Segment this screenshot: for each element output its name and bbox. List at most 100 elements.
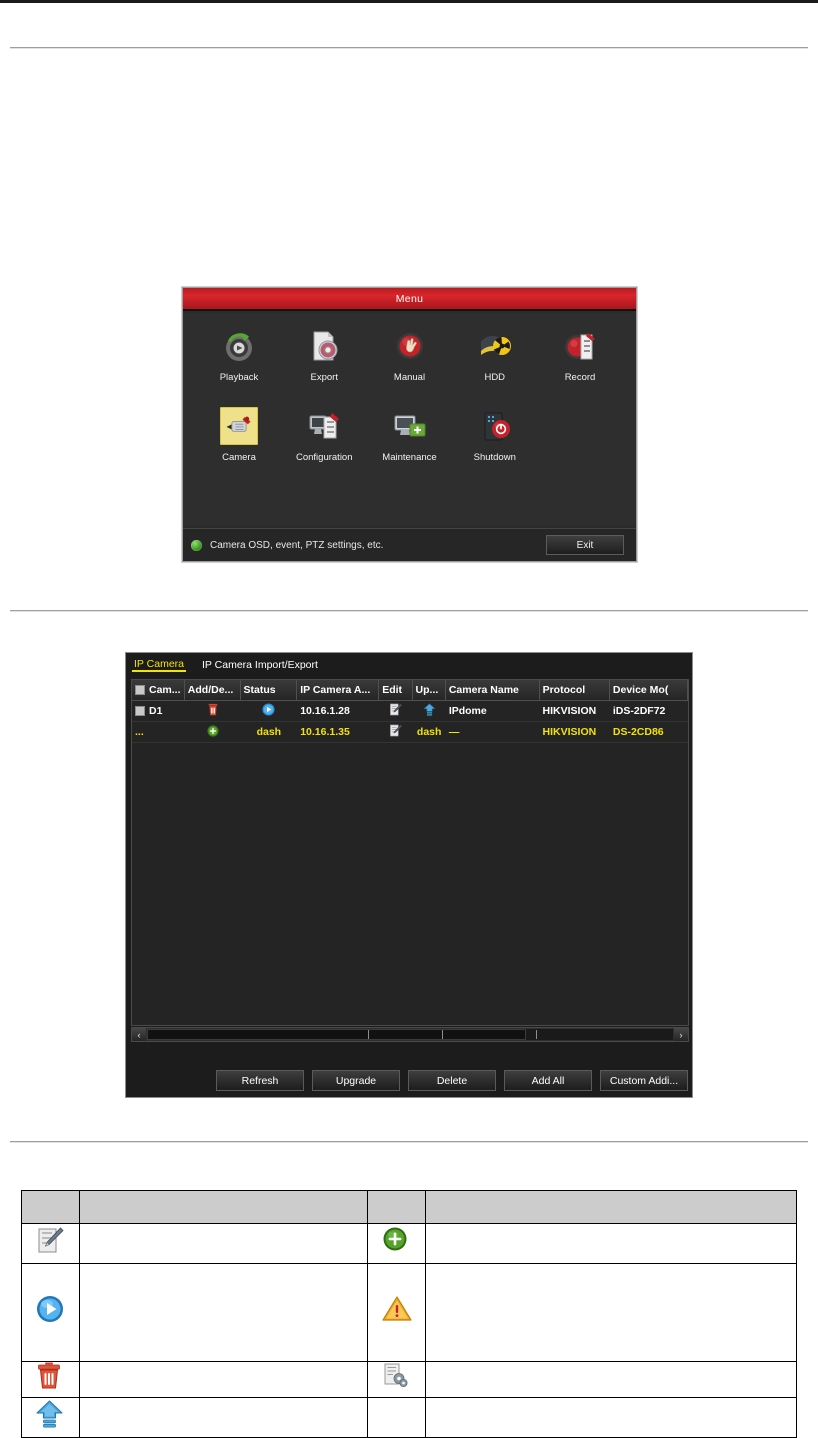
menu-item-shutdown[interactable]: Shutdown	[455, 407, 535, 463]
add-icon[interactable]	[207, 724, 219, 740]
tab-ip-camera-import-export[interactable]: IP Camera Import/Export	[200, 659, 320, 671]
advanced-settings-icon	[382, 1362, 412, 1392]
refresh-button[interactable]: Refresh	[216, 1070, 304, 1091]
upgrade-icon[interactable]	[423, 703, 436, 719]
legend-desc-play	[79, 1263, 368, 1362]
legend-icon-edit	[21, 1223, 80, 1264]
menu-item-record[interactable]: Record	[540, 327, 620, 383]
add-all-button[interactable]: Add All	[504, 1070, 592, 1091]
table-row[interactable]: D1 10.16.1.28 IPdome HIKVISION iDS-2DF72	[132, 701, 688, 722]
column-header-edit[interactable]: Edit	[379, 680, 413, 700]
horizontal-rule-3	[10, 1141, 808, 1143]
column-header-status[interactable]: Status	[241, 680, 298, 700]
menu-item-camera[interactable]: Camera	[199, 407, 279, 463]
cell-ip-address: 10.16.1.35	[300, 726, 350, 738]
column-header-device-model[interactable]: Device Mo(	[610, 680, 688, 700]
export-icon	[305, 327, 343, 365]
menu-item-label: Camera	[222, 452, 256, 463]
row-checkbox[interactable]	[135, 706, 145, 716]
scroll-right-icon[interactable]: ›	[674, 1028, 688, 1041]
scrollbar-track[interactable]	[147, 1029, 673, 1040]
menu-item-label: HDD	[484, 372, 506, 383]
column-header-protocol[interactable]: Protocol	[540, 680, 610, 700]
trash-icon[interactable]	[207, 703, 219, 719]
column-header-add-delete[interactable]: Add/De...	[185, 680, 241, 700]
upgrade-button[interactable]: Upgrade	[312, 1070, 400, 1091]
column-header-ip-camera-address[interactable]: IP Camera A...	[297, 680, 380, 700]
scrollbar-tick	[367, 1030, 369, 1039]
ip-camera-tabbar: IP Camera IP Camera Import/Export	[126, 653, 692, 677]
scrollbar-thumb[interactable]	[147, 1029, 526, 1040]
legend-header-desc-col-2	[425, 1190, 797, 1224]
scrollbar-tick	[536, 1030, 538, 1039]
menu-row-2: Camera Configuration Maintenance Shutdow…	[193, 407, 626, 463]
menu-item-label: Record	[564, 372, 596, 383]
column-header-upgrade[interactable]: Up...	[413, 680, 446, 700]
camera-icon	[220, 407, 258, 445]
legend-header-icon-col-2	[367, 1190, 426, 1224]
legend-icon-play	[21, 1263, 80, 1362]
horizontal-rule-1	[10, 47, 808, 49]
menu-item-configuration[interactable]: Configuration	[284, 407, 364, 463]
menu-item-manual[interactable]: Manual	[370, 327, 450, 383]
menu-dialog-body: Playback Export Manual HDD Record Camera…	[183, 313, 636, 525]
cell-add-delete[interactable]	[185, 701, 241, 721]
column-header-camera-name[interactable]: Camera Name	[446, 680, 540, 700]
cell-protocol: HIKVISION	[542, 705, 597, 717]
cell-status: dash	[256, 726, 282, 738]
menu-item-label: Configuration	[295, 452, 353, 463]
ip-camera-panel: IP Camera IP Camera Import/Export Cam...…	[125, 652, 693, 1098]
legend-header-row	[21, 1190, 797, 1224]
cell-camera[interactable]: ...	[132, 722, 185, 742]
cell-add-delete[interactable]	[185, 722, 241, 742]
menu-item-label: Playback	[219, 372, 259, 383]
cell-camera[interactable]: D1	[132, 701, 185, 721]
manual-icon	[391, 327, 429, 365]
custom-adding-button[interactable]: Custom Addi...	[600, 1070, 688, 1091]
play-icon[interactable]	[262, 703, 275, 719]
trash-icon	[36, 1362, 66, 1392]
legend-row	[21, 1263, 797, 1362]
cell-protocol: HIKVISION	[542, 726, 597, 738]
legend-desc-advanced-settings	[425, 1361, 797, 1398]
menu-item-hdd[interactable]: HDD	[455, 327, 535, 383]
column-header-camera[interactable]: Cam...	[132, 680, 185, 700]
warning-icon	[381, 1295, 412, 1325]
scrollbar-tick	[441, 1030, 443, 1039]
legend-header-icon-col-1	[21, 1190, 80, 1224]
exit-button[interactable]: Exit	[546, 535, 624, 555]
cell-upgrade[interactable]	[413, 701, 446, 721]
menu-item-label: Manual	[393, 372, 426, 383]
edit-icon[interactable]	[389, 703, 403, 719]
horizontal-rule-2	[10, 610, 808, 612]
legend-row	[21, 1361, 797, 1398]
legend-header-desc-col-1	[79, 1190, 368, 1224]
scroll-left-icon[interactable]: ‹	[132, 1028, 146, 1041]
menu-item-maintenance[interactable]: Maintenance	[370, 407, 450, 463]
cell-upgrade: dash	[416, 726, 442, 738]
menu-row-1: Playback Export Manual HDD Record	[193, 327, 626, 383]
select-all-checkbox[interactable]	[135, 685, 145, 695]
menu-item-export[interactable]: Export	[284, 327, 364, 383]
upgrade-icon	[35, 1400, 66, 1430]
menu-item-label: Export	[310, 372, 338, 383]
horizontal-scrollbar[interactable]: ‹ ›	[131, 1027, 689, 1042]
edit-icon	[36, 1226, 66, 1256]
cell-edit[interactable]	[379, 701, 412, 721]
tab-ip-camera[interactable]: IP Camera	[132, 658, 186, 672]
legend-icon-advanced-settings	[367, 1361, 426, 1398]
cell-status[interactable]	[241, 701, 298, 721]
cell-device-model: DS-2CD86	[612, 726, 664, 738]
edit-icon[interactable]	[389, 724, 403, 740]
cell-edit[interactable]	[379, 722, 412, 742]
menu-item-label: Shutdown	[473, 452, 516, 463]
cell-device-model: iDS-2DF72	[612, 705, 666, 717]
menu-item-playback[interactable]: Playback	[199, 327, 279, 383]
table-row[interactable]: ... dash 10.16.1.35 dash — HIKVISION DS-…	[132, 722, 688, 743]
delete-button[interactable]: Delete	[408, 1070, 496, 1091]
maintenance-icon	[391, 407, 429, 445]
ip-camera-button-bar: Refresh Upgrade Delete Add All Custom Ad…	[126, 1070, 694, 1091]
menu-dialog-title: Menu	[395, 292, 424, 305]
legend-icon-add	[367, 1223, 426, 1264]
legend-icon-trash	[21, 1361, 80, 1398]
